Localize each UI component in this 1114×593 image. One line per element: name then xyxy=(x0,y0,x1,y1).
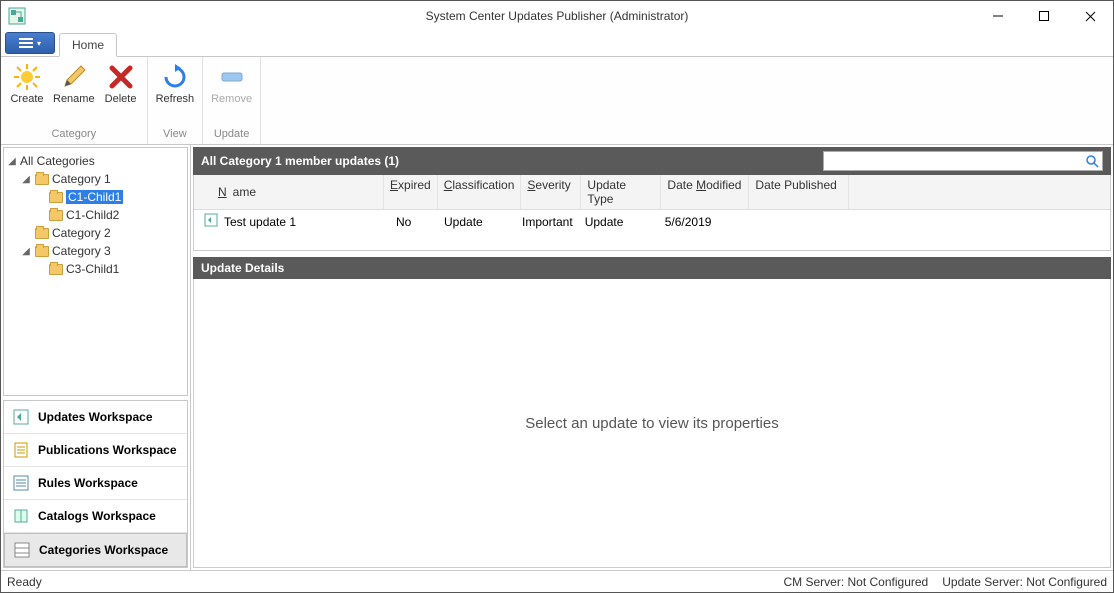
col-classification[interactable]: Classification xyxy=(438,175,522,209)
group-title-update: Update xyxy=(207,126,256,142)
right-pane: All Category 1 member updates (1) Name E… xyxy=(191,145,1113,570)
list-header-bar: All Category 1 member updates (1) xyxy=(193,147,1111,175)
minimize-button[interactable] xyxy=(975,1,1021,31)
x-icon xyxy=(105,61,137,93)
ribbon-group-view: Refresh View xyxy=(148,57,204,144)
refresh-label: Refresh xyxy=(156,93,195,105)
folder-icon xyxy=(48,210,64,221)
refresh-button[interactable]: Refresh xyxy=(152,59,199,107)
tree-category-3[interactable]: ◢Category 3 xyxy=(6,242,185,260)
app-icon xyxy=(7,6,27,26)
tab-home[interactable]: Home xyxy=(59,33,117,57)
col-datemodified[interactable]: Date Modified xyxy=(661,175,749,209)
group-title-view: View xyxy=(152,126,199,142)
category-tree[interactable]: ◢All Categories ◢Category 1 C1-Child1 C1… xyxy=(3,147,188,396)
window-title: System Center Updates Publisher (Adminis… xyxy=(1,9,1113,23)
ribbon: Create Rename Delete Category Refresh Vi… xyxy=(1,57,1113,145)
rename-label: Rename xyxy=(53,93,95,105)
cell-datemodified: 5/6/2019 xyxy=(659,215,747,229)
remove-label: Remove xyxy=(211,93,252,105)
search-box[interactable] xyxy=(823,151,1103,171)
cell-classification: Update xyxy=(438,215,516,229)
folder-icon xyxy=(34,246,50,257)
grid-header: Name Expired Classification Severity Upd… xyxy=(194,175,1110,210)
updates-grid: Name Expired Classification Severity Upd… xyxy=(193,175,1111,251)
delete-button[interactable]: Delete xyxy=(99,59,143,107)
tree-c3-child1[interactable]: C3-Child1 xyxy=(6,260,185,278)
pencil-icon xyxy=(58,61,90,93)
categories-icon xyxy=(13,541,31,559)
search-input[interactable] xyxy=(824,154,1082,168)
remove-icon xyxy=(216,61,248,93)
rules-icon xyxy=(12,474,30,492)
cell-expired: No xyxy=(390,215,438,229)
create-button[interactable]: Create xyxy=(5,59,49,107)
delete-label: Delete xyxy=(105,93,137,105)
status-cm-server: CM Server: Not Configured xyxy=(784,575,929,589)
col-datepublished[interactable]: Date Published xyxy=(749,175,849,209)
catalogs-icon xyxy=(12,507,30,525)
workspace-rules[interactable]: Rules Workspace xyxy=(4,467,187,500)
col-updatetype[interactable]: Update Type xyxy=(581,175,661,209)
workspace-catalogs[interactable]: Catalogs Workspace xyxy=(4,500,187,533)
tree-c1-child2[interactable]: C1-Child2 xyxy=(6,206,185,224)
workspace-categories[interactable]: Categories Workspace xyxy=(4,533,187,567)
rename-button[interactable]: Rename xyxy=(49,59,99,107)
col-expired[interactable]: Expired xyxy=(384,175,438,209)
cell-severity: Important xyxy=(516,215,579,229)
update-icon xyxy=(204,213,218,230)
maximize-button[interactable] xyxy=(1021,1,1067,31)
details-body: Select an update to view its properties xyxy=(193,279,1111,568)
remove-button: Remove xyxy=(207,59,256,107)
tree-category-1[interactable]: ◢Category 1 xyxy=(6,170,185,188)
tree-root[interactable]: ◢All Categories xyxy=(6,152,185,170)
tree-category-2[interactable]: Category 2 xyxy=(6,224,185,242)
titlebar: System Center Updates Publisher (Adminis… xyxy=(1,1,1113,31)
cell-name: Test update 1 xyxy=(224,215,296,229)
create-label: Create xyxy=(10,93,43,105)
status-update-server: Update Server: Not Configured xyxy=(942,575,1107,589)
cell-updatetype: Update xyxy=(579,215,659,229)
updates-icon xyxy=(12,408,30,426)
folder-icon xyxy=(48,264,64,275)
status-ready: Ready xyxy=(7,575,42,589)
grid-row[interactable]: Test update 1 No Update Important Update… xyxy=(194,210,1110,233)
group-title-category: Category xyxy=(5,126,143,142)
workspace-publications[interactable]: Publications Workspace xyxy=(4,434,187,467)
ribbon-group-update: Remove Update xyxy=(203,57,261,144)
close-button[interactable] xyxy=(1067,1,1113,31)
details-placeholder: Select an update to view its properties xyxy=(525,415,778,432)
tree-c1-child1[interactable]: C1-Child1 xyxy=(6,188,185,206)
sun-icon xyxy=(11,61,43,93)
main-split: ◢All Categories ◢Category 1 C1-Child1 C1… xyxy=(1,145,1113,570)
col-name[interactable]: Name xyxy=(194,175,384,209)
details-header: Update Details xyxy=(193,257,1111,279)
search-icon[interactable] xyxy=(1082,154,1102,168)
status-bar: Ready CM Server: Not Configured Update S… xyxy=(1,570,1113,592)
publications-icon xyxy=(12,441,30,459)
file-menu[interactable]: ▾ xyxy=(5,32,55,54)
left-pane: ◢All Categories ◢Category 1 C1-Child1 C1… xyxy=(1,145,191,570)
folder-icon xyxy=(34,228,50,239)
workspace-updates[interactable]: Updates Workspace xyxy=(4,401,187,434)
ribbon-group-category: Create Rename Delete Category xyxy=(1,57,148,144)
ribbon-tabstrip: ▾ Home xyxy=(1,31,1113,57)
workspace-nav: Updates Workspace Publications Workspace… xyxy=(3,400,188,568)
refresh-icon xyxy=(159,61,191,93)
list-header-title: All Category 1 member updates (1) xyxy=(201,154,399,168)
folder-icon xyxy=(48,192,64,203)
col-severity[interactable]: Severity xyxy=(521,175,581,209)
folder-icon xyxy=(34,174,50,185)
